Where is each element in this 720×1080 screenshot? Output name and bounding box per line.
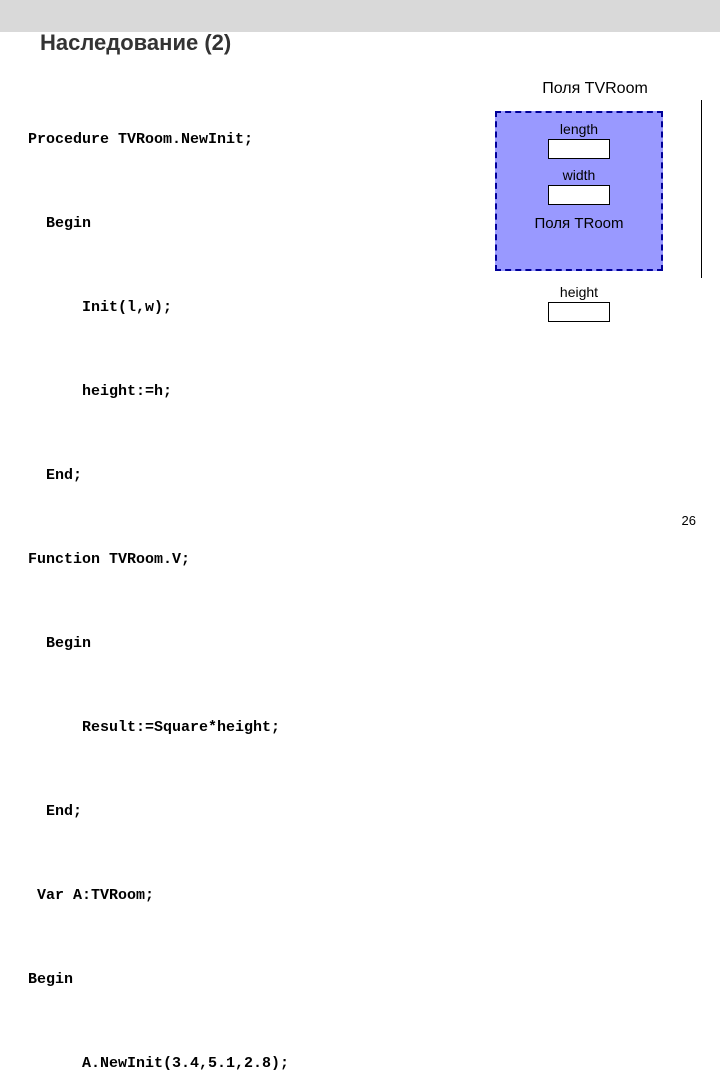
height-field-group: height [495, 284, 663, 326]
code-line: Function TVRoom.V; [28, 546, 397, 574]
length-box [548, 139, 610, 159]
code-line: Init(l,w); [28, 294, 397, 322]
code-line: height:=h; [28, 378, 397, 406]
code-line: Begin [28, 966, 397, 994]
troom-box: length width Поля TRoom [495, 111, 663, 271]
code-line: Var A:TVRoom; [28, 882, 397, 910]
code-line: Begin [28, 210, 397, 238]
header-bar [0, 0, 720, 32]
code-line: End; [28, 462, 397, 490]
length-field-group: length [497, 121, 661, 159]
width-label: width [497, 167, 661, 183]
code-line: Procedure TVRoom.NewInit; [28, 126, 397, 154]
tvroom-container: length width Поля TRoom height [485, 106, 695, 346]
length-label: length [497, 121, 661, 137]
height-label: height [495, 284, 663, 300]
vertical-line [701, 100, 702, 278]
code-line: Begin [28, 630, 397, 658]
width-field-group: width [497, 167, 661, 205]
code-block: Procedure TVRoom.NewInit; Begin Init(l,w… [28, 70, 397, 1080]
troom-label: Поля TRoom [497, 215, 661, 232]
height-box [548, 302, 610, 322]
width-box [548, 185, 610, 205]
code-line: End; [28, 798, 397, 826]
field-diagram: Поля TVRoom length width Поля TRoom heig… [485, 80, 695, 346]
code-line: A.NewInit(3.4,5.1,2.8); [28, 1050, 397, 1078]
code-line: Result:=Square*height; [28, 714, 397, 742]
page-number: 26 [682, 513, 696, 528]
diagram-header: Поля TVRoom [495, 80, 695, 98]
slide-title: Наследование (2) [40, 30, 231, 56]
